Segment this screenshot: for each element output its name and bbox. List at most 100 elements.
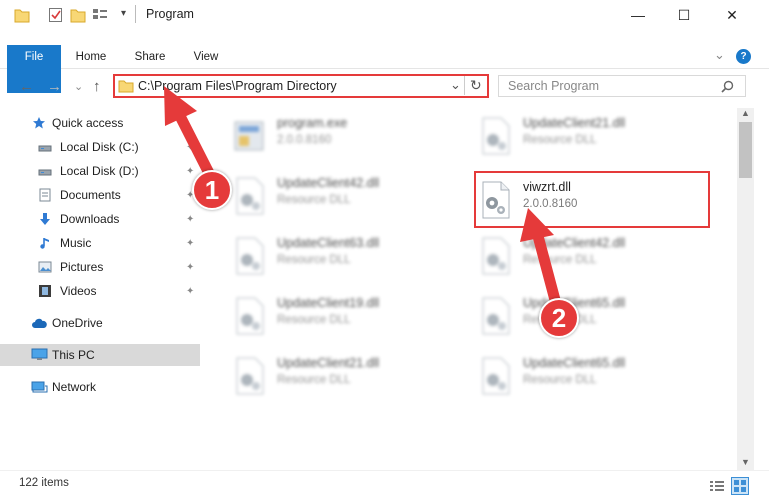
file-detail: Resource DLL bbox=[277, 374, 351, 386]
sidebar-item-music[interactable]: Music ✦ bbox=[0, 232, 200, 254]
sidebar-item-label: Local Disk (D:) bbox=[60, 164, 139, 178]
sidebar-item-label: OneDrive bbox=[52, 316, 103, 330]
sidebar-item-label: Quick access bbox=[52, 116, 124, 130]
file-detail: Resource DLL bbox=[277, 194, 351, 206]
dll-gear-icon bbox=[482, 237, 510, 275]
file-item[interactable]: UpdateClient42.dll Resource DLL bbox=[477, 232, 707, 280]
title-bar: ▾ Program — ☐ ✕ bbox=[0, 0, 769, 30]
address-divider bbox=[464, 76, 465, 95]
file-name: UpdateClient63.dll bbox=[277, 236, 380, 250]
sidebar-item-label: Pictures bbox=[60, 260, 104, 274]
ribbon-tabs: File Home Share View ⌄ ? bbox=[0, 45, 769, 93]
file-item[interactable]: UpdateClient65.dll Resource DLL bbox=[477, 292, 707, 340]
pin-icon[interactable]: ✦ bbox=[186, 262, 194, 273]
properties-icon[interactable] bbox=[48, 6, 64, 24]
sidebar-item-quick-access[interactable]: Quick access bbox=[0, 112, 200, 134]
details-view-icon[interactable] bbox=[709, 479, 725, 493]
tab-view[interactable]: View bbox=[186, 45, 226, 69]
sidebar-item-label: This PC bbox=[52, 348, 95, 362]
dll-gear-icon bbox=[236, 297, 264, 335]
network-icon bbox=[31, 381, 48, 393]
forward-button[interactable]: → bbox=[47, 78, 62, 95]
sidebar-item-pictures[interactable]: Pictures ✦ bbox=[0, 256, 200, 278]
scroll-up-icon[interactable]: ▲ bbox=[741, 108, 750, 118]
maximize-button[interactable]: ☐ bbox=[661, 0, 707, 30]
file-name: program.exe bbox=[277, 116, 348, 130]
recent-locations-button[interactable]: ⌄ bbox=[74, 80, 83, 93]
sidebar-item-label: Local Disk (C:) bbox=[60, 140, 139, 154]
file-list: program.exe 2.0.0.8160 UpdateClient42.dl… bbox=[205, 108, 737, 470]
file-name: UpdateClient65.dll bbox=[523, 356, 626, 370]
address-dropdown-icon[interactable]: ⌄ bbox=[450, 77, 461, 93]
minimize-button[interactable]: — bbox=[615, 0, 661, 30]
refresh-icon[interactable]: ↻ bbox=[470, 77, 482, 94]
search-input[interactable]: Search Program bbox=[508, 79, 599, 93]
videos-icon bbox=[39, 285, 51, 297]
sidebar-item-videos[interactable]: Videos ✦ bbox=[0, 280, 200, 302]
new-folder-icon[interactable] bbox=[70, 6, 86, 24]
dll-gear-icon bbox=[236, 357, 264, 395]
file-item[interactable]: UpdateClient42.dll Resource DLL bbox=[231, 172, 461, 220]
tiles-view-icon[interactable] bbox=[731, 477, 749, 495]
pin-icon[interactable]: ✦ bbox=[186, 142, 194, 153]
cloud-icon bbox=[32, 318, 47, 328]
file-detail: Resource DLL bbox=[277, 314, 351, 326]
file-name: UpdateClient21.dll bbox=[523, 116, 626, 130]
title-divider bbox=[135, 5, 136, 23]
address-path[interactable]: C:\Program Files\Program Directory bbox=[138, 79, 337, 93]
file-item[interactable]: UpdateClient65.dll Resource DLL bbox=[477, 352, 707, 400]
star-icon bbox=[33, 117, 45, 129]
file-item[interactable]: program.exe 2.0.0.8160 bbox=[231, 112, 461, 160]
vertical-scrollbar[interactable]: ▲ ▼ bbox=[737, 108, 754, 470]
file-name: UpdateClient21.dll bbox=[277, 356, 380, 370]
scrollbar-thumb[interactable] bbox=[739, 122, 752, 178]
sidebar-item-this-pc[interactable]: This PC bbox=[0, 344, 200, 366]
tab-share[interactable]: Share bbox=[128, 45, 172, 69]
pin-icon[interactable]: ✦ bbox=[186, 214, 194, 225]
sidebar-item-label: Music bbox=[60, 236, 92, 250]
pin-icon[interactable]: ✦ bbox=[186, 166, 194, 177]
back-button[interactable]: ← bbox=[19, 78, 34, 95]
search-icon[interactable] bbox=[721, 80, 734, 93]
pin-icon[interactable]: ✦ bbox=[186, 238, 194, 249]
computer-icon bbox=[31, 348, 48, 360]
folder-icon bbox=[118, 80, 134, 93]
sidebar-item-downloads[interactable]: Downloads ✦ bbox=[0, 208, 200, 230]
customize-toolbar-icon[interactable]: ▾ bbox=[121, 8, 126, 19]
address-bar[interactable]: C:\Program Files\Program Directory ⌄ ↻ bbox=[113, 74, 489, 98]
tab-home[interactable]: Home bbox=[68, 45, 114, 69]
sidebar-item-label: Downloads bbox=[60, 212, 120, 226]
file-item[interactable]: UpdateClient21.dll Resource DLL bbox=[231, 352, 461, 400]
sidebar-item-local-disk-d[interactable]: Local Disk (D:) ✦ bbox=[0, 160, 200, 182]
dll-gear-icon bbox=[482, 117, 510, 155]
sidebar-item-onedrive[interactable]: OneDrive bbox=[0, 312, 200, 334]
file-item[interactable]: UpdateClient63.dll Resource DLL bbox=[231, 232, 461, 280]
up-button[interactable]: ↑ bbox=[93, 78, 101, 95]
scroll-down-icon[interactable]: ▼ bbox=[741, 457, 750, 467]
callout-step-2: 2 bbox=[539, 298, 579, 338]
callout-step-1: 1 bbox=[192, 170, 232, 210]
sidebar-item-network[interactable]: Network bbox=[0, 376, 200, 398]
file-item[interactable]: UpdateClient21.dll Resource DLL bbox=[477, 112, 707, 160]
help-icon[interactable]: ? bbox=[736, 49, 751, 64]
status-bar: 122 items bbox=[0, 470, 769, 501]
file-name: UpdateClient42.dll bbox=[523, 236, 626, 250]
sidebar-item-documents[interactable]: Documents ✦ bbox=[0, 184, 200, 206]
view-options-icon[interactable] bbox=[92, 6, 108, 24]
drive-icon bbox=[38, 169, 52, 176]
pin-icon[interactable]: ✦ bbox=[186, 286, 194, 297]
search-box[interactable]: Search Program bbox=[498, 75, 746, 97]
sidebar-item-label: Network bbox=[52, 380, 97, 394]
folder-icon bbox=[14, 9, 30, 23]
sidebar-item-label: Documents bbox=[60, 188, 121, 202]
documents-icon bbox=[39, 188, 51, 202]
file-detail: 2.0.0.8160 bbox=[277, 134, 332, 146]
dll-gear-icon bbox=[236, 237, 264, 275]
dll-gear-icon bbox=[236, 177, 264, 215]
exe-icon bbox=[234, 121, 264, 151]
file-detail: Resource DLL bbox=[277, 254, 351, 266]
sidebar-item-local-disk-c[interactable]: Local Disk (C:) ✦ bbox=[0, 136, 200, 158]
close-button[interactable]: ✕ bbox=[709, 0, 755, 30]
file-item[interactable]: UpdateClient19.dll Resource DLL bbox=[231, 292, 461, 340]
ribbon-expand-icon[interactable]: ⌄ bbox=[714, 47, 725, 63]
